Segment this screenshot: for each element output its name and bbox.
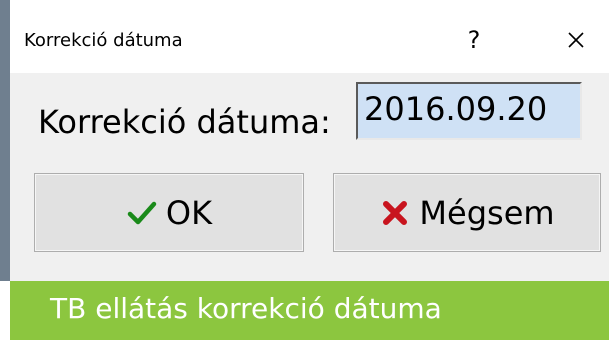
help-button[interactable]: ? bbox=[459, 25, 489, 55]
window-left-edge bbox=[0, 0, 10, 281]
dialog-content: Korrekció dátuma: OK Mégsem bbox=[10, 73, 609, 281]
ok-button-label: OK bbox=[165, 193, 213, 232]
cancel-button-label: Mégsem bbox=[419, 193, 555, 232]
caption-banner: TB ellátás korrekció dátuma bbox=[10, 281, 609, 340]
caption-text: TB ellátás korrekció dátuma bbox=[50, 292, 442, 325]
caption-left-margin bbox=[0, 281, 10, 340]
screenshot-stage: Korrekció dátuma ? Korrekció dátuma: OK bbox=[0, 0, 609, 340]
ok-button[interactable]: OK bbox=[34, 173, 304, 252]
close-icon bbox=[568, 32, 584, 48]
window-title: Korrekció dátuma bbox=[24, 30, 183, 51]
date-field-label: Korrekció dátuma: bbox=[38, 103, 331, 141]
correction-date-dialog: Korrekció dátuma ? Korrekció dátuma: OK bbox=[0, 0, 609, 281]
cancel-button[interactable]: Mégsem bbox=[333, 173, 601, 252]
date-input[interactable] bbox=[356, 82, 582, 140]
close-button[interactable] bbox=[561, 25, 591, 55]
title-bar[interactable]: Korrekció dátuma ? bbox=[10, 0, 609, 73]
checkmark-icon bbox=[126, 197, 158, 229]
x-icon bbox=[379, 197, 411, 229]
